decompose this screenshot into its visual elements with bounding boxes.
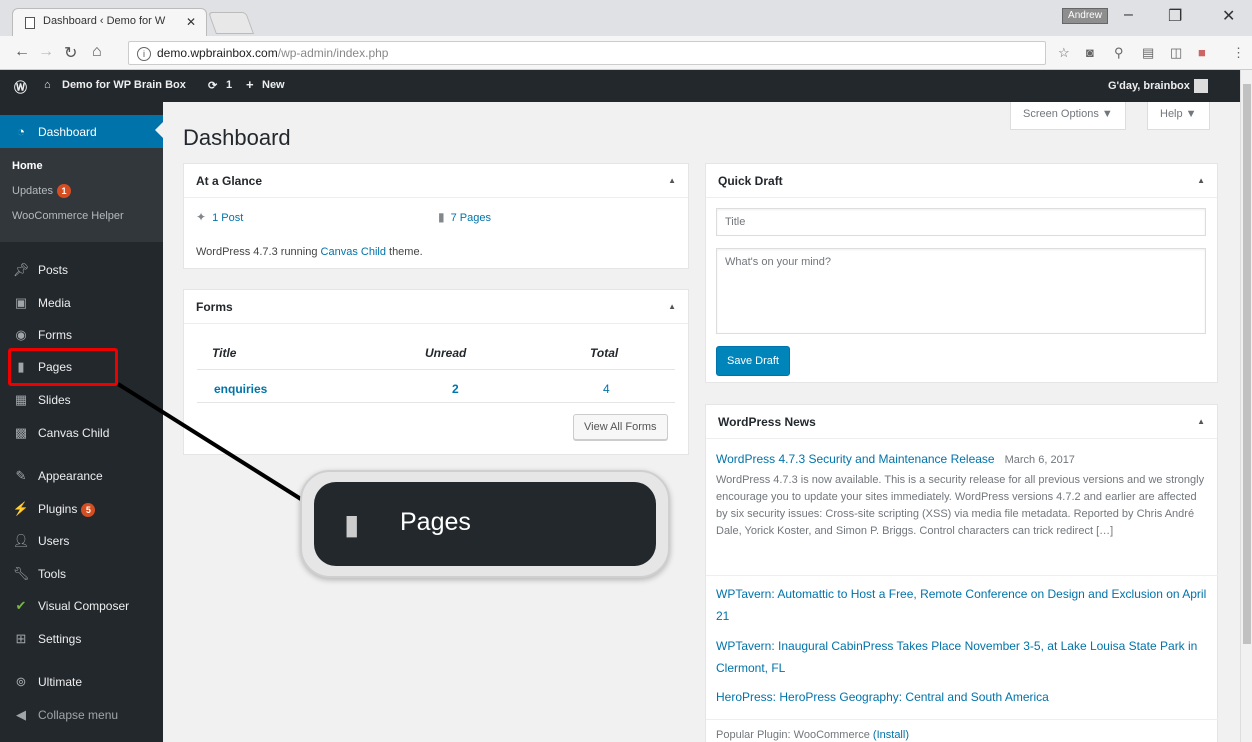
callout-inner: ▮ Pages (314, 482, 656, 566)
pages-icon: ▮ (344, 509, 360, 540)
page-scrollbar[interactable] (1240, 70, 1252, 742)
pages-callout: ▮ Pages (300, 470, 670, 578)
scrollbar-thumb[interactable] (1243, 84, 1251, 644)
callout-connector-line (116, 382, 314, 508)
callout-label: Pages (400, 508, 471, 536)
